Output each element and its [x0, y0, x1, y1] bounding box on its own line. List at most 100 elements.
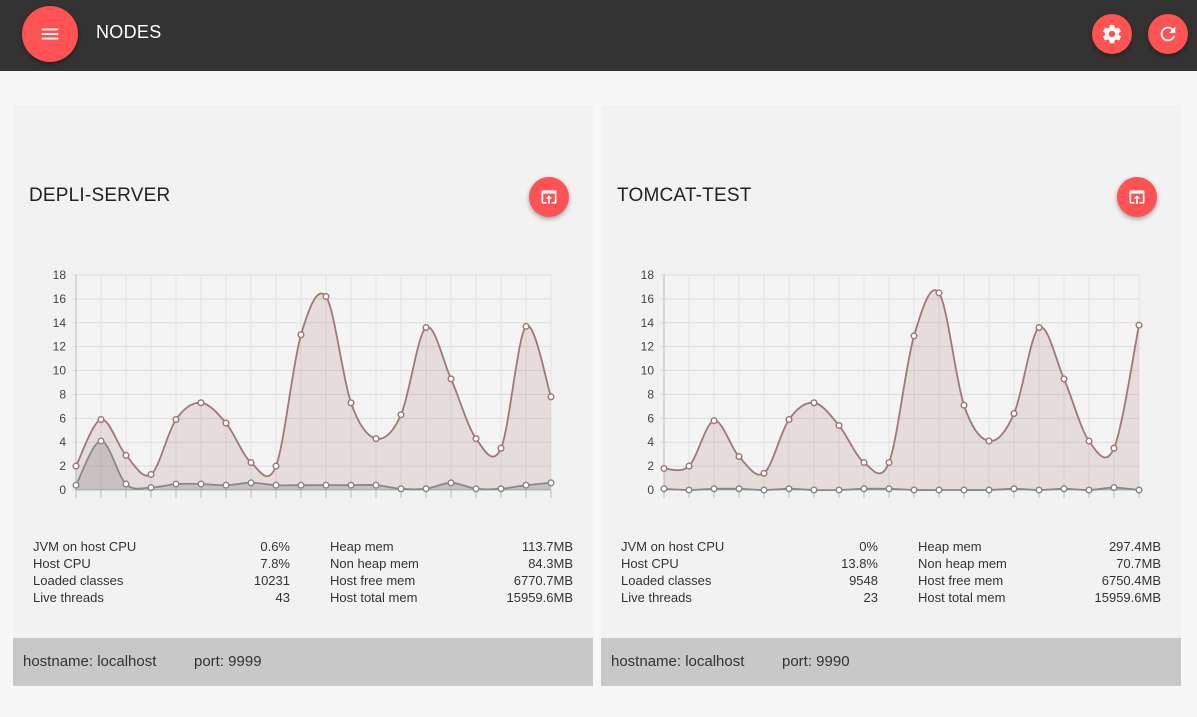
data-point — [1010, 410, 1018, 418]
data-point — [1110, 444, 1118, 452]
y-tick-label: 18 — [641, 268, 655, 282]
data-point — [122, 480, 130, 488]
data-point — [197, 399, 205, 407]
data-point — [1060, 485, 1068, 493]
data-point — [685, 462, 693, 470]
y-tick-label: 12 — [53, 340, 67, 354]
y-tick-label: 8 — [647, 387, 654, 401]
refresh-button[interactable] — [1148, 14, 1188, 54]
stat-label: Host free mem — [918, 573, 1004, 588]
data-point — [1110, 484, 1118, 492]
data-point — [497, 485, 505, 493]
data-point — [835, 421, 843, 430]
open-node-button[interactable] — [529, 177, 569, 217]
data-point — [322, 292, 330, 301]
open-in-new-icon — [541, 190, 557, 204]
data-point — [660, 485, 668, 493]
data-point — [347, 481, 355, 489]
stat-label: Host free mem — [330, 573, 416, 588]
y-tick-label: 16 — [53, 292, 67, 306]
data-point — [522, 481, 530, 489]
data-point — [810, 399, 818, 407]
stat-row: Host total mem 15959.6MB — [621, 589, 1161, 606]
data-point — [247, 458, 255, 467]
data-point — [472, 435, 480, 443]
data-point — [935, 486, 943, 494]
y-tick-label: 2 — [647, 459, 654, 473]
data-point — [97, 437, 105, 445]
data-point — [372, 481, 380, 489]
data-point — [1035, 486, 1043, 494]
y-tick-label: 4 — [647, 435, 654, 449]
stat-row: Host free mem 6770.7MB — [33, 572, 573, 589]
data-point — [810, 486, 818, 494]
data-point — [760, 469, 768, 477]
hamburger-menu-icon — [41, 28, 59, 40]
stat-label: Non heap mem — [330, 556, 419, 571]
data-point — [447, 375, 455, 383]
y-tick-label: 18 — [53, 268, 67, 282]
data-point — [272, 462, 280, 470]
stat-value: 15959.6MB — [506, 590, 574, 605]
data-point — [710, 485, 718, 493]
stat-label: Non heap mem — [918, 556, 1007, 571]
y-tick-label: 14 — [641, 316, 655, 330]
node-card: TOMCAT-TEST 0 2 4 6 8 10 12 14 16 18 JVM on host … — [601, 105, 1181, 686]
y-tick-label: 6 — [59, 411, 66, 425]
data-point — [522, 322, 530, 330]
y-tick-label: 10 — [641, 364, 655, 378]
open-node-button[interactable] — [1117, 177, 1157, 217]
app-bar: NODES — [0, 0, 1197, 71]
y-tick-label: 8 — [59, 387, 66, 401]
data-point — [222, 419, 230, 427]
data-point — [372, 435, 380, 443]
node-name: DEPLI-SERVER — [29, 185, 171, 206]
data-point — [222, 481, 230, 489]
menu-button[interactable] — [22, 6, 78, 62]
stat-value: 297.4MB — [1108, 539, 1161, 554]
port-label: port: 9990 — [782, 653, 850, 670]
data-point — [72, 462, 80, 470]
data-point — [710, 417, 718, 425]
node-name: TOMCAT-TEST — [617, 185, 752, 206]
data-point — [910, 332, 918, 340]
data-point — [297, 481, 305, 489]
data-point — [147, 484, 155, 492]
data-point — [785, 415, 793, 424]
data-point — [885, 458, 893, 467]
data-point — [197, 480, 205, 488]
port-label: port: 9999 — [194, 653, 262, 670]
data-point — [835, 486, 843, 494]
data-point — [72, 481, 80, 489]
gear-icon — [1103, 24, 1121, 44]
stat-label: Heap mem — [330, 539, 394, 554]
stat-label: Host total mem — [330, 590, 418, 605]
cpu-chart: 0 2 4 6 8 10 12 14 16 18 — [641, 268, 1143, 498]
y-tick-label: 12 — [641, 340, 655, 354]
stat-row: Host total mem 15959.6MB — [33, 589, 573, 606]
stat-value: 84.3MB — [528, 556, 573, 571]
data-point — [322, 481, 330, 489]
data-point — [397, 411, 405, 419]
stat-value: 6770.7MB — [513, 573, 573, 588]
settings-button[interactable] — [1092, 14, 1132, 54]
data-point — [447, 479, 455, 487]
y-tick-label: 6 — [647, 411, 654, 425]
data-point — [785, 485, 793, 493]
stat-label: Heap mem — [918, 539, 982, 554]
data-point — [660, 464, 668, 473]
node-card: DEPLI-SERVER 0 2 4 6 8 10 12 14 16 18 JVM on host… — [13, 105, 593, 686]
data-point — [960, 486, 968, 494]
y-tick-label: 4 — [59, 435, 66, 449]
data-point — [422, 324, 430, 332]
data-point — [547, 393, 555, 401]
stat-value: 15959.6MB — [1094, 590, 1162, 605]
stat-value: 6750.4MB — [1101, 573, 1161, 588]
data-point — [147, 470, 155, 479]
data-point — [547, 479, 555, 487]
data-point — [1085, 437, 1093, 445]
cpu-chart: 0 2 4 6 8 10 12 14 16 18 — [53, 268, 555, 498]
data-point — [685, 486, 693, 494]
data-point — [1135, 321, 1143, 329]
data-point — [422, 485, 430, 493]
